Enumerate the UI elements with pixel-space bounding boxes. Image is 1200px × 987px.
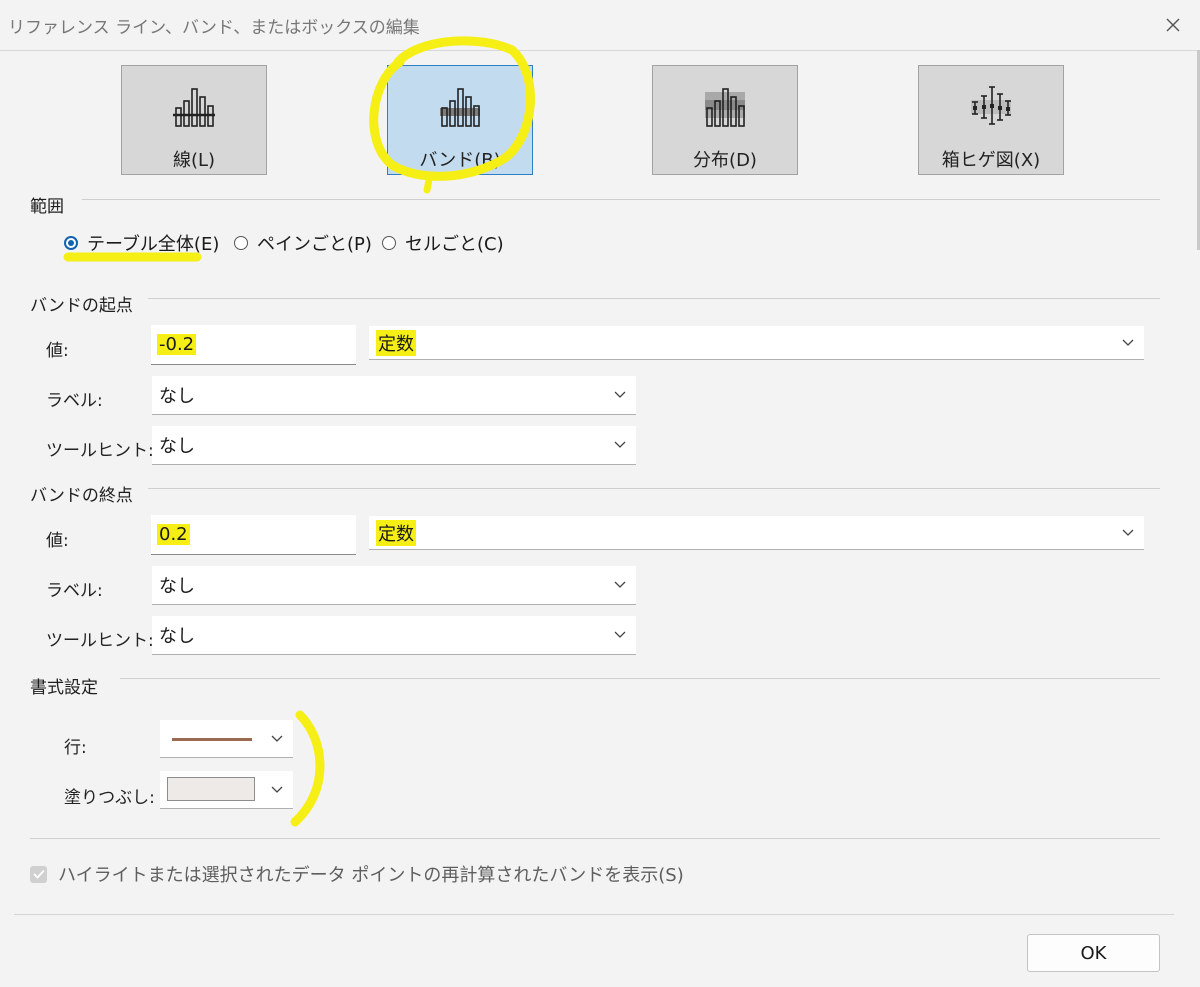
band-from-section-title: バンドの起点 <box>30 296 133 316</box>
section-divider <box>30 838 1160 839</box>
section-divider <box>148 488 1160 489</box>
chevron-down-icon <box>614 441 626 448</box>
chevron-down-icon <box>614 581 626 588</box>
ok-button[interactable]: OK <box>1027 934 1160 972</box>
type-button-line[interactable]: 線(L) <box>121 65 267 175</box>
type-button-distribution[interactable]: 分布(D) <box>652 65 798 175</box>
band-to-value-input[interactable]: 0.2 <box>151 515 356 555</box>
title-bar: リファレンス ライン、バンド、またはボックスの編集 <box>0 0 1200 51</box>
footer-divider <box>14 914 1174 915</box>
formatting-section-title: 書式設定 <box>30 678 98 698</box>
type-button-band[interactable]: バンド(B) <box>387 65 533 175</box>
band-to-tooltip-label: ツールヒント: <box>46 631 154 651</box>
line-format-select[interactable] <box>160 720 293 758</box>
bar-chart-distribution-icon <box>705 88 745 127</box>
line-format-label: 行: <box>64 738 87 758</box>
section-divider <box>82 199 1160 200</box>
checkbox-checked-icon[interactable] <box>30 865 47 883</box>
band-from-value-input[interactable]: -0.2 <box>151 325 356 365</box>
radio-unchecked-icon[interactable] <box>234 236 248 250</box>
radio-label: ペインごと(P) <box>257 234 372 255</box>
type-button-label: 線(L) <box>172 150 216 171</box>
band-from-value-label: 値: <box>46 341 69 361</box>
type-button-label: 分布(D) <box>693 150 757 171</box>
radio-checked-icon[interactable] <box>64 236 78 250</box>
close-icon[interactable] <box>1160 12 1186 38</box>
window-title: リファレンス ライン、バンド、またはボックスの編集 <box>8 18 420 38</box>
fill-color-swatch <box>167 777 255 801</box>
band-to-type-text: 定数 <box>376 519 416 546</box>
band-to-label-select[interactable]: なし <box>152 566 636 605</box>
section-divider <box>120 678 1160 679</box>
band-from-tooltip-label: ツールヒント: <box>46 441 154 461</box>
radio-label: セルごと(C) <box>405 234 504 255</box>
band-from-tooltip-select[interactable]: なし <box>152 426 636 465</box>
bar-chart-band-icon <box>440 88 480 127</box>
band-to-type-select[interactable]: 定数 <box>369 516 1144 550</box>
band-from-value-text: -0.2 <box>157 334 197 355</box>
bar-chart-line-icon <box>173 88 215 127</box>
chevron-down-icon <box>271 786 283 793</box>
radio-entire-table[interactable]: テーブル全体(E) <box>64 232 220 255</box>
band-to-label-label: ラベル: <box>46 581 103 601</box>
fill-format-select[interactable] <box>160 771 293 809</box>
chevron-down-icon <box>614 391 626 398</box>
chevron-down-icon <box>1122 339 1134 346</box>
band-to-tooltip-select[interactable]: なし <box>152 616 636 655</box>
band-from-label-text: なし <box>159 386 195 407</box>
band-from-label-select[interactable]: なし <box>152 376 636 415</box>
chevron-down-icon <box>1122 529 1134 536</box>
section-divider <box>148 298 1160 299</box>
band-from-label-label: ラベル: <box>46 391 103 411</box>
line-color-swatch <box>172 738 252 741</box>
band-to-value-text: 0.2 <box>157 524 190 545</box>
band-to-section-title: バンドの終点 <box>30 486 133 506</box>
band-to-value-label: 値: <box>46 531 69 551</box>
box-plot-icon <box>971 86 1011 125</box>
band-to-tooltip-text: なし <box>159 626 195 647</box>
radio-per-cell[interactable]: セルごと(C) <box>382 232 504 255</box>
scope-section-title: 範囲 <box>30 197 64 217</box>
type-button-boxplot[interactable]: 箱ヒゲ図(X) <box>918 65 1064 175</box>
recalc-band-label: ハイライトまたは選択されたデータ ポイントの再計算されたバンドを表示(S) <box>58 865 684 886</box>
band-from-type-select[interactable]: 定数 <box>369 326 1144 360</box>
radio-unchecked-icon[interactable] <box>382 236 396 250</box>
type-button-label: バンド(B) <box>419 150 501 171</box>
recalc-band-checkbox[interactable]: ハイライトまたは選択されたデータ ポイントの再計算されたバンドを表示(S) <box>30 861 684 887</box>
type-button-label: 箱ヒゲ図(X) <box>941 150 1041 171</box>
radio-per-pane[interactable]: ペインごと(P) <box>234 232 372 255</box>
fill-format-label: 塗りつぶし: <box>64 788 155 808</box>
close-button[interactable] <box>1160 12 1186 38</box>
band-to-label-text: なし <box>159 576 195 597</box>
radio-label: テーブル全体(E) <box>87 234 220 255</box>
chevron-down-icon <box>271 735 283 742</box>
band-from-tooltip-text: なし <box>159 436 195 457</box>
chevron-down-icon <box>614 631 626 638</box>
band-from-type-text: 定数 <box>376 329 416 356</box>
